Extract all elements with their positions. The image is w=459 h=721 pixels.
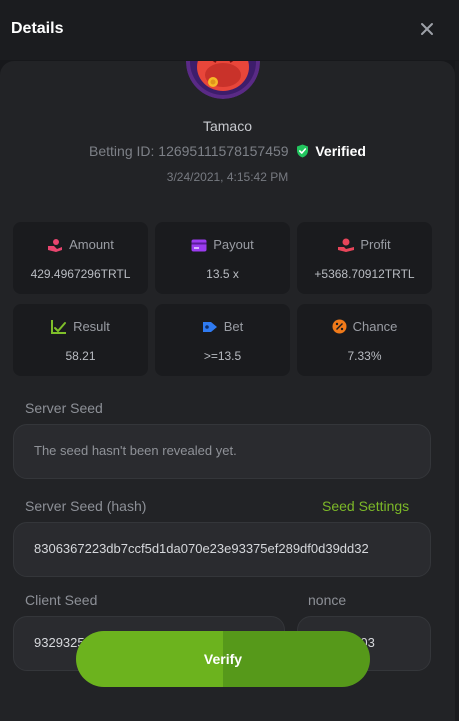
scrollbar[interactable] bbox=[455, 61, 459, 721]
hand-money-icon bbox=[338, 238, 355, 252]
seed-settings-link[interactable]: Seed Settings bbox=[322, 498, 409, 514]
modal-title: Details bbox=[11, 20, 64, 37]
stat-label: Result bbox=[73, 319, 110, 334]
details-panel: Tamaco Betting ID: 12695111578157459 Ver… bbox=[0, 61, 455, 721]
username: Tamaco bbox=[202, 118, 253, 134]
monster-avatar-icon bbox=[186, 61, 260, 99]
stat-label: Payout bbox=[213, 237, 254, 252]
close-icon[interactable] bbox=[416, 18, 438, 40]
stat-card-chance: Chance 7.33% bbox=[297, 304, 432, 376]
betting-info: Betting ID: 12695111578157459 Verified bbox=[0, 143, 455, 159]
stat-card-payout: Payout 13.5 x bbox=[155, 222, 290, 294]
server-seed-field[interactable]: The seed hasn't been revealed yet. bbox=[13, 424, 431, 479]
stat-card-amount: Amount 429.4967296TRTL bbox=[13, 222, 148, 294]
server-seed-hash-label: Server Seed (hash) bbox=[25, 498, 147, 514]
stat-label: Profit bbox=[360, 237, 391, 252]
tag-icon bbox=[202, 322, 217, 332]
nonce-label: nonce bbox=[308, 592, 347, 608]
stat-card-header: Amount bbox=[13, 237, 148, 252]
betting-id: Betting ID: 12695111578157459 bbox=[89, 143, 289, 159]
stat-label: Chance bbox=[352, 319, 398, 334]
verified-shield-icon bbox=[297, 144, 309, 158]
server-seed-hash-field[interactable]: 8306367223db7ccf5d1da070e23e93375ef289df… bbox=[13, 522, 431, 577]
stat-card-header: Bet bbox=[155, 319, 290, 334]
server-seed-label: Server Seed bbox=[25, 400, 103, 416]
stat-value: 58.21 bbox=[65, 349, 96, 363]
stat-value: 13.5 x bbox=[206, 267, 239, 281]
verified-label: Verified bbox=[315, 143, 366, 159]
stat-value: 429.4967296TRTL bbox=[30, 267, 131, 281]
stat-value: >=13.5 bbox=[203, 349, 242, 363]
client-seed-label: Client Seed bbox=[25, 592, 98, 608]
stat-card-result: Result 58.21 bbox=[13, 304, 148, 376]
stat-label: Bet bbox=[223, 319, 244, 334]
stat-card-header: Profit bbox=[297, 237, 432, 252]
user-avatar bbox=[186, 61, 260, 99]
chart-check-icon bbox=[51, 320, 67, 334]
coins-hand-icon bbox=[48, 239, 63, 252]
bet-date: 3/24/2021, 4:15:42 PM bbox=[166, 170, 289, 184]
stat-label: Amount bbox=[69, 237, 114, 252]
stat-value: 7.33% bbox=[347, 349, 382, 363]
stat-card-bet: Bet >=13.5 bbox=[155, 304, 290, 376]
stat-card-header: Payout bbox=[155, 237, 290, 252]
percent-icon bbox=[332, 319, 347, 334]
modal-header: Details bbox=[0, 0, 459, 60]
stat-card-profit: Profit +5368.70912TRTL bbox=[297, 222, 432, 294]
server-seed-hash-value: 8306367223db7ccf5d1da070e23e93375ef289df… bbox=[34, 541, 369, 556]
stat-card-header: Result bbox=[13, 319, 148, 334]
card-icon bbox=[191, 239, 207, 252]
server-seed-value: The seed hasn't been revealed yet. bbox=[34, 443, 237, 458]
stat-value: +5368.70912TRTL bbox=[314, 267, 415, 281]
stat-card-header: Chance bbox=[297, 319, 432, 334]
verify-button[interactable]: Verify bbox=[76, 631, 370, 687]
verify-label: Verify bbox=[203, 651, 243, 667]
